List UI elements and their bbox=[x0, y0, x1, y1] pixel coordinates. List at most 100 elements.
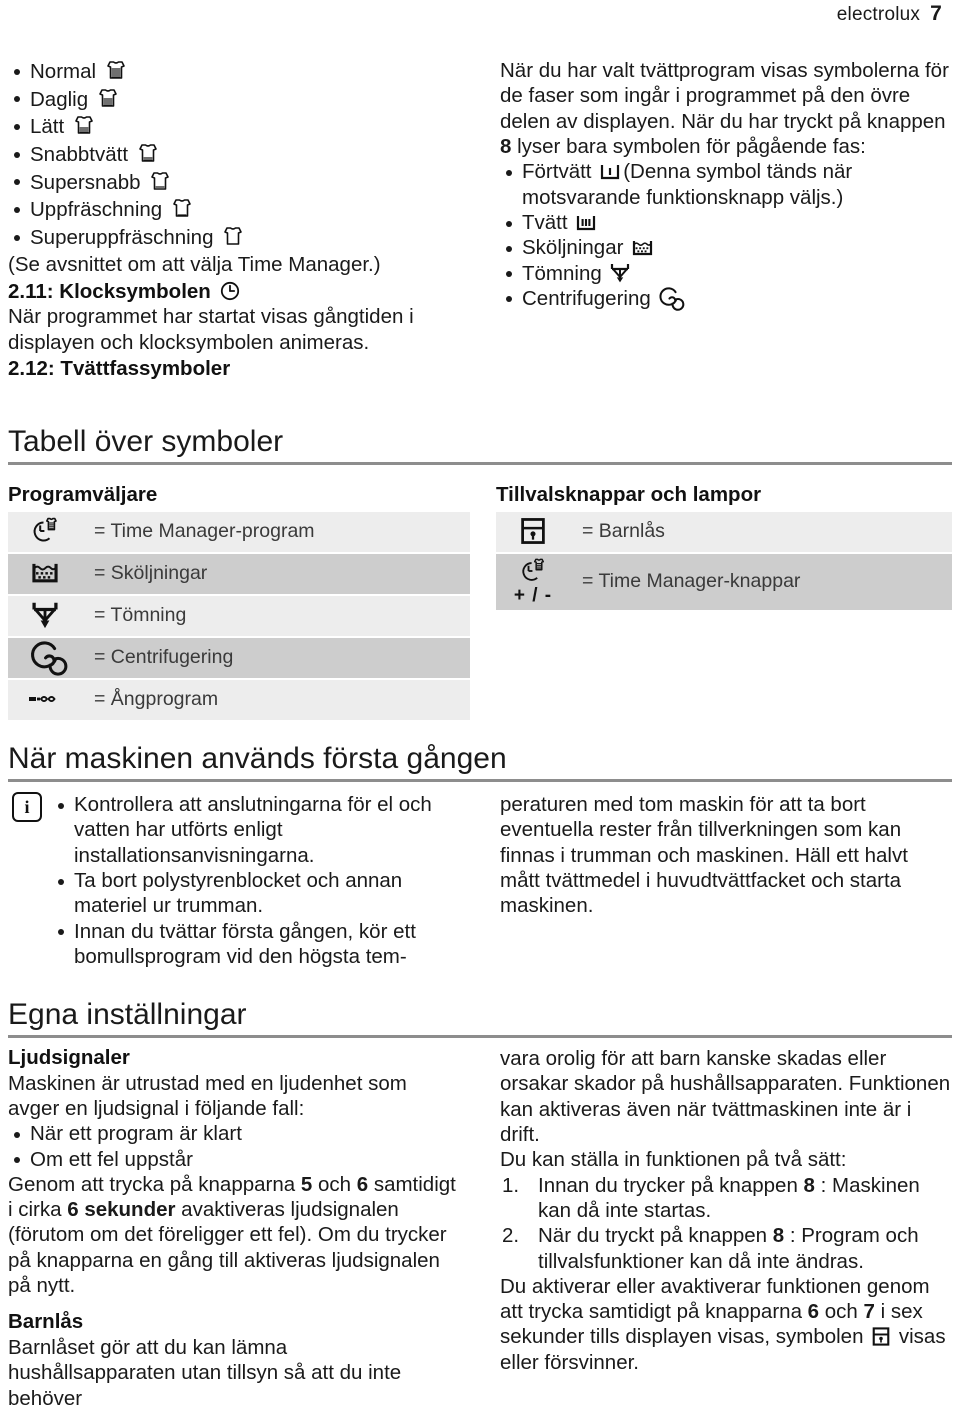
step-number: 1. bbox=[502, 1173, 520, 1197]
drain-icon bbox=[30, 600, 60, 630]
phase-label: Centrifugering bbox=[522, 286, 651, 310]
sound-signal-cases: När ett program är klart Om ett fel upps… bbox=[8, 1121, 460, 1172]
table-row: = Barnlås bbox=[496, 511, 952, 552]
own-settings-left: Ljudsignaler Maskinen är utrustad med en… bbox=[8, 1046, 460, 1411]
table-row: = Tömning bbox=[8, 595, 470, 636]
time-manager-icon-cell bbox=[8, 511, 82, 552]
drain-icon-cell bbox=[8, 595, 82, 636]
own-settings-right: vara orolig för att barn kanske skadas e… bbox=[500, 1046, 952, 1375]
section-divider bbox=[8, 1035, 952, 1038]
section-divider bbox=[8, 779, 952, 782]
info-icon: i bbox=[12, 792, 42, 822]
button-ref-8: 8 bbox=[772, 1224, 785, 1248]
program-label: Uppfräschning bbox=[30, 198, 163, 222]
list-item: När ett program är klart bbox=[8, 1121, 460, 1146]
child-lock-steps: 1. Innan du trycker på knappen 8 : Maskin… bbox=[500, 1173, 952, 1274]
prewash-icon bbox=[599, 162, 621, 182]
table-row: = Ångprogram bbox=[8, 679, 470, 720]
list-item: Uppfräschning bbox=[8, 196, 460, 224]
clock-symbol-heading: 2.11: Klocksymbolen bbox=[8, 280, 460, 305]
spin-icon bbox=[658, 287, 685, 311]
table-row: + / - = Time Manager-knappar bbox=[496, 553, 952, 610]
list-item: Om ett fel uppstår bbox=[8, 1147, 460, 1172]
list-item: Tömning bbox=[500, 261, 952, 286]
table-cell-label: = Barnlås bbox=[570, 511, 952, 552]
button-ref-5: 5 bbox=[300, 1172, 313, 1196]
list-item: 1. Innan du trycker på knappen 8 : Maskin… bbox=[500, 1173, 952, 1224]
sound-signals-intro: Maskinen är utrustad med en ljudenhet so… bbox=[8, 1071, 407, 1120]
program-label: Lätt bbox=[30, 115, 65, 139]
table-cell-label: = Ångprogram bbox=[82, 679, 470, 720]
list-item: Supersnabb bbox=[8, 169, 460, 197]
wash-icon bbox=[575, 213, 597, 233]
child-lock-icon bbox=[519, 516, 547, 546]
phase-label: Tömning bbox=[522, 261, 602, 285]
tshirt-2-icon bbox=[136, 141, 160, 165]
rinse-icon bbox=[631, 238, 654, 258]
sound-signals-body: Genom att trycka på knapparna 5 och 6 sa… bbox=[8, 1172, 460, 1299]
drain-icon bbox=[609, 262, 631, 284]
phase-list: Förtvätt (Denna symbol tänds när motsvar… bbox=[500, 159, 952, 311]
page-header: electrolux 7 bbox=[837, 2, 942, 26]
button-ref-8: 8 bbox=[803, 1173, 815, 1197]
drum-symbols-heading: 2.12: Tvättfassymboler bbox=[8, 357, 231, 381]
option-buttons-table-block: Tillvalsknappar och lampor = Barnlås + /… bbox=[496, 483, 952, 610]
child-lock-heading: Barnlås bbox=[8, 1310, 84, 1334]
first-use-bullets: Kontrollera att anslutningarna för el oc… bbox=[52, 792, 460, 969]
step-number: 2. bbox=[502, 1224, 520, 1248]
table-cell-label: = Time Manager-program bbox=[82, 511, 470, 552]
sound-body-part1: Genom att trycka på knapparna bbox=[8, 1172, 301, 1196]
option-buttons-heading: Tillvalsknappar och lampor bbox=[496, 483, 762, 506]
child-lock-body-right-2: Du kan ställa in funktionen på två sätt: bbox=[500, 1148, 847, 1172]
tshirt-3-icon bbox=[72, 113, 96, 137]
program-label: Normal bbox=[30, 60, 97, 83]
list-item: Tvätt bbox=[500, 210, 952, 235]
first-use-title: När maskinen används första gången bbox=[8, 742, 507, 775]
phase-label: Tvätt bbox=[522, 210, 568, 234]
program-selector-table: = Time Manager-program = Sköljningar = T… bbox=[8, 511, 470, 720]
first-use-continuation: peraturen med tom maskin för att ta bort… bbox=[500, 793, 908, 918]
rinse-icon bbox=[30, 560, 60, 586]
clock-symbol-heading-text: 2.11: Klocksymbolen bbox=[8, 279, 211, 303]
table-row: = Centrifugering bbox=[8, 637, 470, 678]
child-lock-icon bbox=[871, 1326, 891, 1347]
symbol-table-title: Tabell över symboler bbox=[8, 425, 284, 458]
first-use-section: När maskinen används första gången bbox=[8, 742, 952, 782]
first-use-left: i Kontrollera att anslutningarna för el … bbox=[8, 792, 460, 969]
tshirt-empty-icon bbox=[221, 224, 245, 248]
list-item: Innan du tvättar första gången, kör ett … bbox=[52, 919, 460, 970]
section-divider bbox=[8, 462, 952, 465]
clock-icon bbox=[219, 280, 241, 302]
time-manager-icon bbox=[516, 557, 550, 585]
sound-body-conj1: och bbox=[312, 1172, 357, 1196]
list-item: Normal bbox=[8, 58, 460, 86]
activation-conj: och bbox=[819, 1300, 864, 1324]
program-list: Normal Daglig Lätt Snabbtvätt Supersnabb… bbox=[8, 58, 460, 251]
list-item: Daglig bbox=[8, 86, 460, 114]
table-cell-label: = Sköljningar bbox=[82, 553, 470, 594]
child-lock-activation-text: Du aktiverar eller avaktiverar funktione… bbox=[500, 1274, 952, 1375]
program-label: Daglig bbox=[30, 87, 89, 111]
manual-page: electrolux 7 Normal Daglig Lätt Snabbtvä… bbox=[0, 0, 960, 1424]
step-text-part1: När du tryckt på knappen bbox=[538, 1224, 773, 1248]
tshirt-half-icon bbox=[170, 196, 194, 220]
child-lock-icon-cell bbox=[496, 511, 570, 552]
step-text-part1: Innan du trycker på knappen bbox=[538, 1173, 804, 1197]
button-ref-6: 6 bbox=[356, 1172, 369, 1196]
spin-icon bbox=[29, 641, 68, 676]
table-cell-label: = Centrifugering bbox=[82, 637, 470, 678]
plus-minus-label: + / - bbox=[513, 584, 553, 606]
list-item: Förtvätt (Denna symbol tänds när motsvar… bbox=[500, 159, 952, 210]
button-ref-6: 6 bbox=[807, 1300, 820, 1324]
child-lock-body-left: Barnlåset gör att du kan lämna hushållsa… bbox=[8, 1336, 402, 1410]
list-item: Centrifugering bbox=[500, 286, 952, 311]
option-buttons-table: = Barnlås + / - = Time Manager-knappar bbox=[496, 511, 952, 610]
program-label: Superuppfräschning bbox=[30, 225, 214, 249]
phase-intro-part2: lyser bara symbolen för pågående fas: bbox=[511, 134, 866, 158]
top-right-column: När du har valt tvättprogram visas symbo… bbox=[500, 58, 952, 311]
clock-symbol-body: När programmet har startat visas gångtid… bbox=[8, 305, 414, 354]
program-label: Snabbtvätt bbox=[30, 142, 129, 166]
tshirt-4-icon bbox=[96, 86, 120, 110]
page-number: 7 bbox=[930, 2, 942, 25]
time-manager-icon bbox=[28, 516, 62, 546]
